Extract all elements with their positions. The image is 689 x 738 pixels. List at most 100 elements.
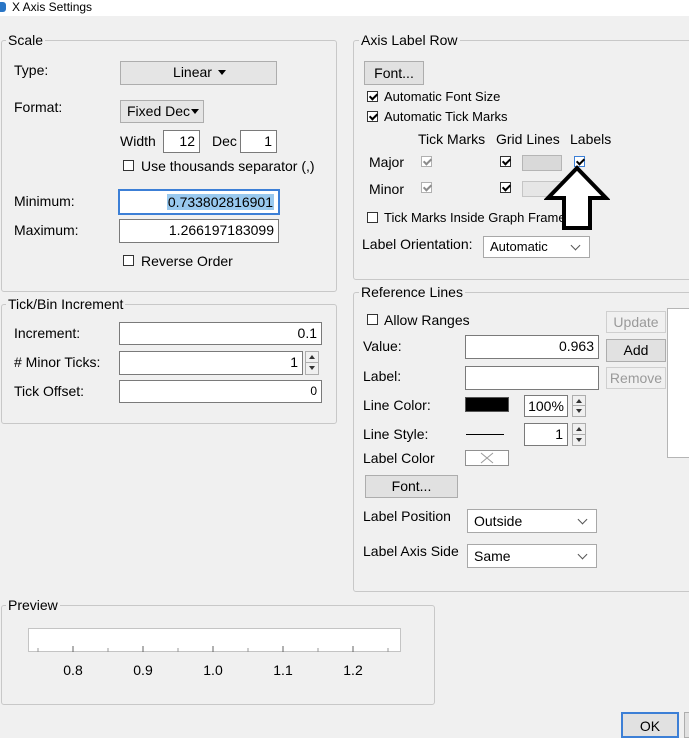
spin-up-icon[interactable] xyxy=(573,424,585,435)
ref-label-input[interactable] xyxy=(465,366,599,390)
auto-tick-marks-label: Automatic Tick Marks xyxy=(384,109,508,124)
spin-down-icon[interactable] xyxy=(573,406,585,416)
label-axis-side-label: Label Axis Side xyxy=(363,543,459,559)
type-dropdown[interactable]: Linear xyxy=(120,61,277,85)
tick-offset-label: Tick Offset: xyxy=(14,383,85,399)
preview-tick-label: 0.8 xyxy=(63,662,83,678)
allow-ranges-checkbox[interactable] xyxy=(367,314,378,325)
line-color-label: Line Color: xyxy=(363,397,431,413)
spin-up-icon[interactable] xyxy=(306,352,318,363)
window-title: X Axis Settings xyxy=(12,0,93,14)
reference-lines-legend: Reference Lines xyxy=(359,284,465,300)
auto-font-size-checkbox[interactable] xyxy=(367,91,378,102)
minor-grid-checkbox[interactable] xyxy=(500,182,511,193)
line-style-sample[interactable] xyxy=(466,434,504,435)
preview-tick-label: 0.9 xyxy=(133,662,153,678)
spin-up-icon[interactable] xyxy=(573,396,585,406)
col-tick-marks: Tick Marks xyxy=(418,131,486,147)
preview-tick-label: 1.0 xyxy=(203,662,223,678)
line-color-swatch[interactable] xyxy=(465,397,509,412)
scale-legend: Scale xyxy=(6,32,46,48)
label-orientation-label: Label Orientation: xyxy=(362,236,473,252)
auto-tick-marks-checkbox[interactable] xyxy=(367,111,378,122)
minor-ticks-input[interactable]: 1 xyxy=(119,351,303,375)
label-axis-side-value: Same xyxy=(474,548,511,564)
label-orientation-value: Automatic xyxy=(490,239,548,254)
preview-tick-label: 1.1 xyxy=(273,662,293,678)
line-width-spinner[interactable] xyxy=(572,423,586,446)
major-grid-checkbox[interactable] xyxy=(500,156,511,167)
width-label: Width xyxy=(120,133,156,149)
width-input[interactable]: 12 xyxy=(163,130,200,153)
chevron-down-icon xyxy=(218,70,226,75)
minimum-input[interactable]: 0.733802816901 xyxy=(118,189,280,215)
maximum-input[interactable]: 1.266197183099 xyxy=(119,219,279,243)
label-axis-side-dropdown[interactable]: Same xyxy=(467,544,597,568)
minimum-label: Minimum: xyxy=(14,193,75,209)
label-color-swatch-icon[interactable] xyxy=(465,450,509,466)
spin-down-icon[interactable] xyxy=(573,435,585,446)
minor-label: Minor xyxy=(369,181,405,197)
remove-button[interactable]: Remove xyxy=(606,367,666,389)
ref-label-label: Label: xyxy=(363,368,402,384)
major-tick-checkbox[interactable] xyxy=(421,156,432,167)
axis-label-row-legend: Axis Label Row xyxy=(359,32,460,48)
minor-ticks-label: # Minor Ticks: xyxy=(14,354,101,370)
chevron-down-icon xyxy=(577,549,588,560)
label-orientation-dropdown[interactable]: Automatic xyxy=(483,236,590,258)
col-grid-lines: Grid Lines xyxy=(496,131,560,147)
ref-value-input[interactable]: 0.963 xyxy=(465,335,599,359)
spin-down-icon[interactable] xyxy=(306,363,318,374)
col-labels: Labels xyxy=(570,131,612,147)
up-arrow-annotation-icon xyxy=(544,165,610,230)
tick-offset-input[interactable]: 0 xyxy=(119,380,322,403)
thousands-label: Use thousands separator (,) xyxy=(141,158,315,174)
cancel-button-edge[interactable] xyxy=(684,712,689,738)
format-dropdown[interactable]: Fixed Dec xyxy=(120,100,204,123)
auto-font-size-label: Automatic Font Size xyxy=(384,89,501,104)
chevron-down-icon xyxy=(191,109,199,114)
increment-input[interactable]: 0.1 xyxy=(119,322,322,345)
reference-lines-list[interactable] xyxy=(667,308,689,458)
thousands-checkbox[interactable] xyxy=(123,160,134,171)
minimum-value: 0.733802816901 xyxy=(166,194,274,210)
type-value: Linear xyxy=(173,64,212,80)
tick-marks-inside-label: Tick Marks Inside Graph Frame xyxy=(384,210,566,225)
dec-input[interactable]: 1 xyxy=(240,130,277,153)
line-width-input[interactable]: 1 xyxy=(524,423,568,446)
label-position-label: Label Position xyxy=(363,508,451,524)
app-icon xyxy=(0,2,6,12)
major-label: Major xyxy=(369,154,405,170)
chevron-down-icon xyxy=(577,514,588,525)
label-position-value: Outside xyxy=(474,513,523,529)
preview-tick-label: 1.2 xyxy=(343,662,363,678)
tick-legend: Tick/Bin Increment xyxy=(6,296,126,312)
ok-button[interactable]: OK xyxy=(621,712,679,738)
type-label: Type: xyxy=(14,62,49,78)
minor-ticks-spinner[interactable] xyxy=(305,351,319,375)
format-label: Format: xyxy=(14,99,63,115)
line-style-label: Line Style: xyxy=(363,426,429,442)
increment-label: Increment: xyxy=(14,325,81,341)
opacity-spinner[interactable] xyxy=(572,395,586,417)
opacity-input[interactable]: 100% xyxy=(524,395,568,417)
reverse-order-label: Reverse Order xyxy=(141,253,233,269)
allow-ranges-label: Allow Ranges xyxy=(384,312,470,328)
label-color-label: Label Color xyxy=(363,450,435,466)
chevron-down-icon xyxy=(570,240,581,251)
dec-label: Dec xyxy=(212,133,237,149)
maximum-label: Maximum: xyxy=(14,222,79,238)
reverse-order-checkbox[interactable] xyxy=(123,255,134,266)
label-position-dropdown[interactable]: Outside xyxy=(467,509,597,533)
preview-legend: Preview xyxy=(6,597,60,613)
add-button[interactable]: Add xyxy=(606,339,666,362)
preview-axis: 0.8 0.9 1.0 1.1 1.2 xyxy=(37,646,389,678)
format-value: Fixed Dec xyxy=(127,103,191,119)
tick-marks-inside-checkbox[interactable] xyxy=(367,212,378,223)
ref-value-label: Value: xyxy=(363,338,402,354)
axis-font-button[interactable]: Font... xyxy=(364,61,424,85)
update-button[interactable]: Update xyxy=(606,311,666,333)
minor-tick-checkbox[interactable] xyxy=(421,182,432,193)
ref-font-button[interactable]: Font... xyxy=(365,475,458,498)
title-bar xyxy=(0,0,689,16)
